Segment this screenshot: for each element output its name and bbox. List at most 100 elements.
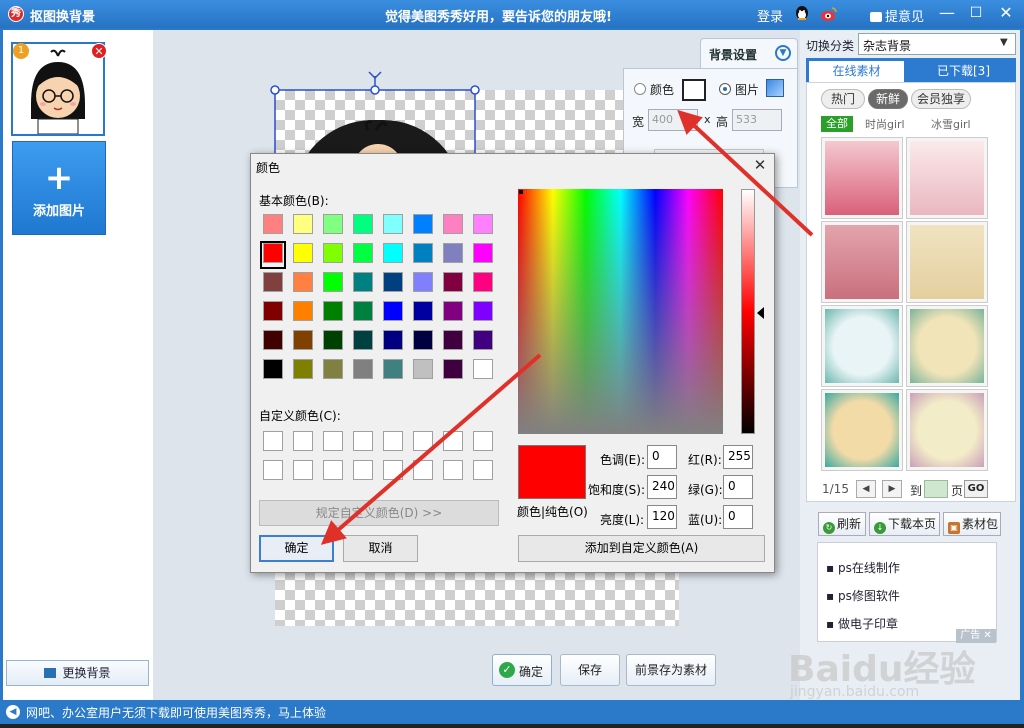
category-select[interactable]: 杂志背景 xyxy=(858,33,1016,55)
custom-color-swatch[interactable] xyxy=(263,460,283,480)
basic-color-swatch[interactable] xyxy=(443,359,463,379)
subfilter-fashion-girl[interactable]: 时尚girl xyxy=(865,116,905,132)
tab-downloaded[interactable]: 已下载[3] xyxy=(916,61,1011,82)
basic-color-swatch[interactable] xyxy=(443,301,463,321)
basic-color-swatch[interactable] xyxy=(323,359,343,379)
qq-icon[interactable] xyxy=(793,5,811,23)
basic-color-swatch[interactable] xyxy=(353,272,373,292)
remove-image-icon[interactable]: ✕ xyxy=(91,43,107,59)
prev-page-button[interactable]: ◀ xyxy=(856,480,876,498)
color-swatch-button[interactable] xyxy=(682,79,706,101)
maximize-button[interactable]: ☐ xyxy=(966,4,986,24)
saturation-input[interactable]: 240 xyxy=(647,475,677,499)
image-radio[interactable] xyxy=(719,83,731,95)
chevron-down-icon[interactable]: ▼ xyxy=(775,45,791,61)
subfilter-all[interactable]: 全部 xyxy=(821,116,853,132)
basic-color-swatch[interactable] xyxy=(323,330,343,350)
refresh-button[interactable]: ↻ 刷新 xyxy=(818,512,866,536)
height-input[interactable]: 533 xyxy=(732,109,782,131)
ad-link[interactable]: ▪ 做电子印章 xyxy=(826,615,898,632)
basic-color-swatch[interactable] xyxy=(383,214,403,234)
basic-color-swatch[interactable] xyxy=(413,330,433,350)
template-thumbnail[interactable] xyxy=(821,389,903,471)
custom-color-swatch[interactable] xyxy=(323,460,343,480)
basic-color-swatch[interactable] xyxy=(443,272,463,292)
dialog-close-icon[interactable]: ✕ xyxy=(751,156,769,174)
custom-color-swatch[interactable] xyxy=(353,460,373,480)
image-picker-icon[interactable] xyxy=(766,79,784,97)
basic-color-swatch[interactable] xyxy=(473,243,493,263)
minimize-button[interactable]: — xyxy=(937,4,957,24)
basic-color-swatch[interactable] xyxy=(293,359,313,379)
template-thumbnail[interactable] xyxy=(906,221,988,303)
save-button[interactable]: 保存 xyxy=(560,654,620,686)
custom-color-swatch[interactable] xyxy=(323,431,343,451)
basic-color-swatch[interactable] xyxy=(413,272,433,292)
background-settings-tab[interactable]: 背景设置 ▼ xyxy=(700,38,798,68)
basic-color-swatch[interactable] xyxy=(473,272,493,292)
basic-color-swatch[interactable] xyxy=(413,359,433,379)
luminance-input[interactable]: 120 xyxy=(647,505,677,529)
basic-color-swatch[interactable] xyxy=(443,243,463,263)
next-page-button[interactable]: ▶ xyxy=(882,480,902,498)
save-foreground-button[interactable]: 前景存为素材 xyxy=(626,654,716,686)
basic-color-swatch[interactable] xyxy=(353,214,373,234)
basic-color-swatch[interactable] xyxy=(353,301,373,321)
luminance-slider[interactable] xyxy=(741,189,755,434)
custom-color-swatch[interactable] xyxy=(383,460,403,480)
custom-color-swatch[interactable] xyxy=(413,460,433,480)
basic-color-swatch[interactable] xyxy=(293,214,313,234)
basic-color-swatch[interactable] xyxy=(443,330,463,350)
custom-color-swatch[interactable] xyxy=(443,460,463,480)
basic-color-swatch[interactable] xyxy=(473,330,493,350)
change-background-button[interactable]: 更换背景 xyxy=(6,660,149,686)
filter-hot[interactable]: 热门 xyxy=(821,89,865,109)
add-image-button[interactable]: + 添加图片 xyxy=(12,141,106,235)
red-input[interactable]: 255 xyxy=(723,445,753,469)
status-promo-link[interactable]: 网吧、办公室用户无须下载即可使用美图秀秀，马上体验 xyxy=(26,704,326,721)
color-radio[interactable] xyxy=(634,83,646,95)
cancel-button[interactable]: 取消 xyxy=(343,535,418,562)
basic-color-swatch[interactable] xyxy=(353,243,373,263)
basic-color-swatch[interactable] xyxy=(383,301,403,321)
basic-color-swatch[interactable] xyxy=(413,243,433,263)
filter-new[interactable]: 新鲜 xyxy=(868,89,908,109)
ad-link[interactable]: ▪ ps修图软件 xyxy=(826,587,900,604)
download-page-button[interactable]: ↓ 下载本页 xyxy=(869,512,940,536)
filter-vip[interactable]: 会员独享 xyxy=(911,89,971,109)
width-input[interactable]: 400 xyxy=(648,109,698,131)
template-thumbnail[interactable] xyxy=(906,389,988,471)
basic-color-swatch[interactable] xyxy=(353,330,373,350)
basic-color-swatch[interactable] xyxy=(263,330,283,350)
ad-link[interactable]: ▪ ps在线制作 xyxy=(826,559,900,576)
basic-color-swatch[interactable] xyxy=(383,359,403,379)
tab-online-materials[interactable]: 在线素材 xyxy=(809,61,904,82)
feedback-button[interactable]: 提意见 xyxy=(870,6,924,25)
basic-color-swatch[interactable] xyxy=(413,301,433,321)
basic-color-swatch[interactable] xyxy=(293,301,313,321)
basic-color-swatch[interactable] xyxy=(473,301,493,321)
basic-color-swatch[interactable] xyxy=(383,272,403,292)
subfilter-ice-girl[interactable]: 冰雪girl xyxy=(931,116,971,132)
basic-color-swatch[interactable] xyxy=(293,330,313,350)
basic-color-swatch[interactable] xyxy=(293,272,313,292)
add-to-custom-colors-button[interactable]: 添加到自定义颜色(A) xyxy=(518,535,765,562)
weibo-icon[interactable] xyxy=(820,5,838,23)
basic-color-swatch[interactable] xyxy=(263,359,283,379)
custom-color-swatch[interactable] xyxy=(353,431,373,451)
basic-color-swatch[interactable] xyxy=(443,214,463,234)
hue-input[interactable]: 0 xyxy=(647,445,677,469)
custom-color-swatch[interactable] xyxy=(263,431,283,451)
basic-color-swatch[interactable] xyxy=(263,301,283,321)
template-thumbnail[interactable] xyxy=(906,137,988,219)
basic-color-swatch[interactable] xyxy=(473,214,493,234)
custom-color-swatch[interactable] xyxy=(473,431,493,451)
close-window-button[interactable]: ✕ xyxy=(996,4,1016,24)
luminance-arrow-icon[interactable] xyxy=(757,307,764,319)
ok-button[interactable]: 确定 xyxy=(259,535,334,562)
blue-input[interactable]: 0 xyxy=(723,505,753,529)
basic-color-swatch[interactable] xyxy=(353,359,373,379)
custom-color-swatch[interactable] xyxy=(293,431,313,451)
basic-color-swatch[interactable] xyxy=(383,243,403,263)
template-thumbnail[interactable] xyxy=(821,137,903,219)
